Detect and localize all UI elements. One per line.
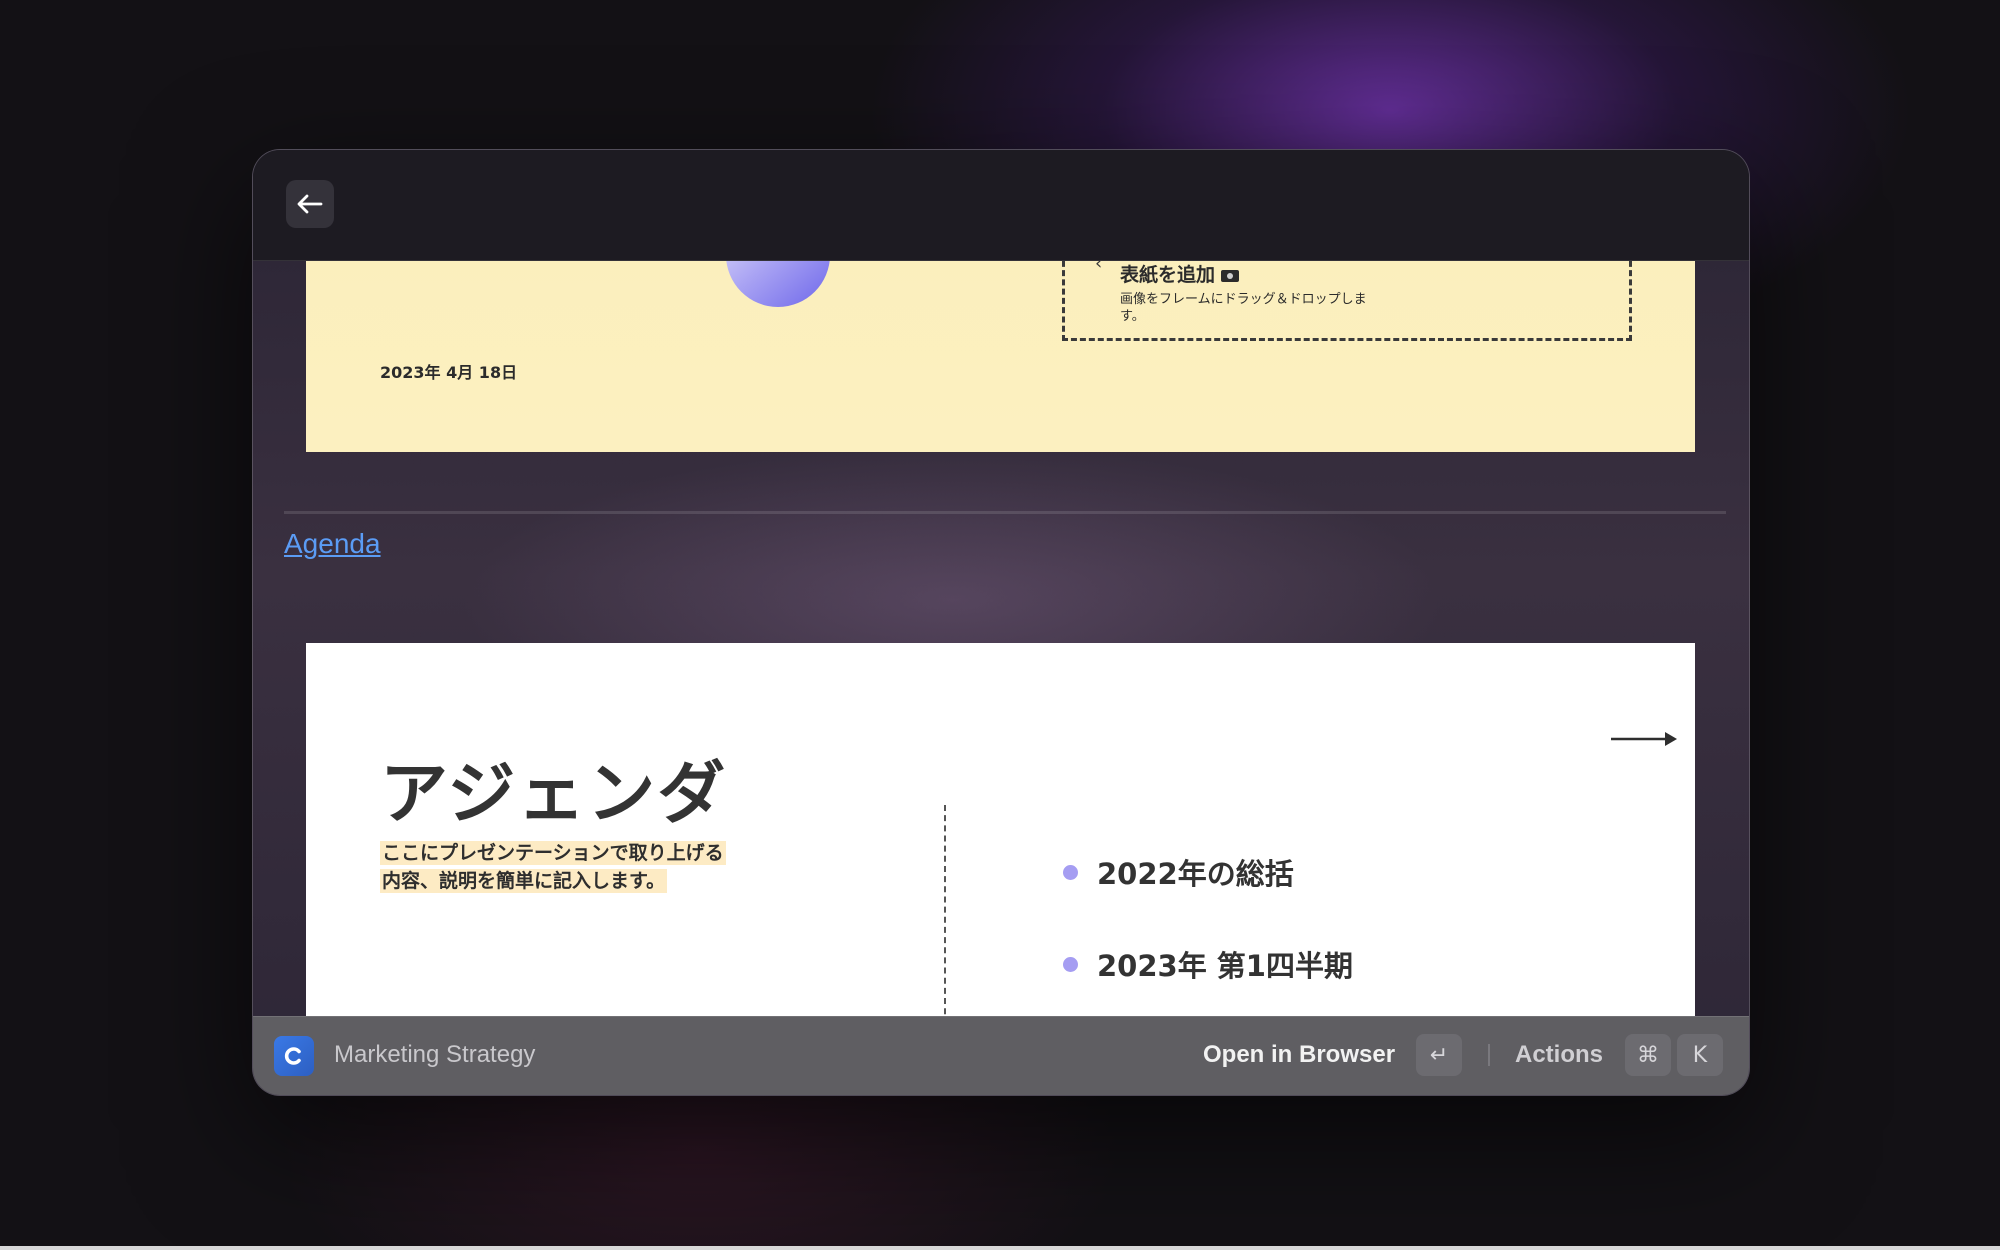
- agenda-desc-line2: 内容、説明を簡単に記入します。: [380, 869, 668, 893]
- screen-bottom-edge: [0, 1246, 2000, 1250]
- agenda-description: ここにプレゼンテーションで取り上げる 内容、説明を簡単に記入します。: [380, 839, 726, 895]
- actions-button[interactable]: Actions: [1515, 1041, 1603, 1069]
- agenda-desc-line1: ここにプレゼンテーションで取り上げる: [380, 841, 726, 865]
- cover-decoration-circle: [726, 261, 830, 307]
- document-title: Marketing Strategy: [334, 1041, 536, 1068]
- arrow-right-icon: [1611, 732, 1677, 746]
- footer-separator: [1488, 1044, 1490, 1066]
- enter-key-hint: ↵: [1416, 1034, 1462, 1076]
- dropzone-description: 画像をフレームにドラッグ＆ドロップします。: [1120, 292, 1367, 324]
- camera-icon: [1221, 270, 1240, 282]
- agenda-item-label: 2023年 第1四半期: [1097, 949, 1353, 983]
- agenda-link[interactable]: Agenda: [284, 528, 381, 560]
- agenda-divider-line: [944, 805, 946, 1016]
- k-key-hint: K: [1677, 1034, 1723, 1076]
- bullet-dot-icon: [1063, 956, 1078, 972]
- section-divider: [284, 511, 1726, 514]
- cover-date: 2023年 4月 18日: [380, 363, 518, 382]
- chevron-left-icon: ‹: [1095, 261, 1103, 274]
- open-in-browser-button[interactable]: Open in Browser: [1203, 1041, 1395, 1069]
- cover-slide[interactable]: 2023年 4月 18日 ‹ 表紙を追加 画像をフレームにドラッグ＆ドロップしま…: [306, 261, 1695, 452]
- agenda-item: 2023年 第1四半期: [1063, 943, 1353, 985]
- action-bar: Marketing Strategy Open in Browser ↵ Act…: [253, 1016, 1749, 1095]
- arrow-left-icon: [297, 194, 323, 214]
- agenda-title: アジェンダ: [380, 755, 728, 834]
- dropzone-title: 表紙を追加: [1120, 261, 1240, 287]
- canva-c-icon: [274, 1036, 314, 1076]
- back-button[interactable]: [286, 180, 334, 228]
- command-key-hint: ⌘: [1625, 1034, 1671, 1076]
- agenda-item-label: 2022年の総括: [1097, 857, 1294, 891]
- preview-window: 2023年 4月 18日 ‹ 表紙を追加 画像をフレームにドラッグ＆ドロップしま…: [252, 149, 1750, 1096]
- window-header: [253, 150, 1749, 261]
- dropzone-title-text: 表紙を追加: [1120, 264, 1216, 286]
- agenda-slide[interactable]: アジェンダ ここにプレゼンテーションで取り上げる 内容、説明を簡単に記入します。…: [306, 643, 1695, 1016]
- cover-image-dropzone[interactable]: ‹ 表紙を追加 画像をフレームにドラッグ＆ドロップします。: [1062, 261, 1632, 341]
- agenda-item: 2022年の総括: [1063, 851, 1294, 893]
- preview-content[interactable]: 2023年 4月 18日 ‹ 表紙を追加 画像をフレームにドラッグ＆ドロップしま…: [253, 261, 1749, 1016]
- bullet-dot-icon: [1063, 864, 1078, 880]
